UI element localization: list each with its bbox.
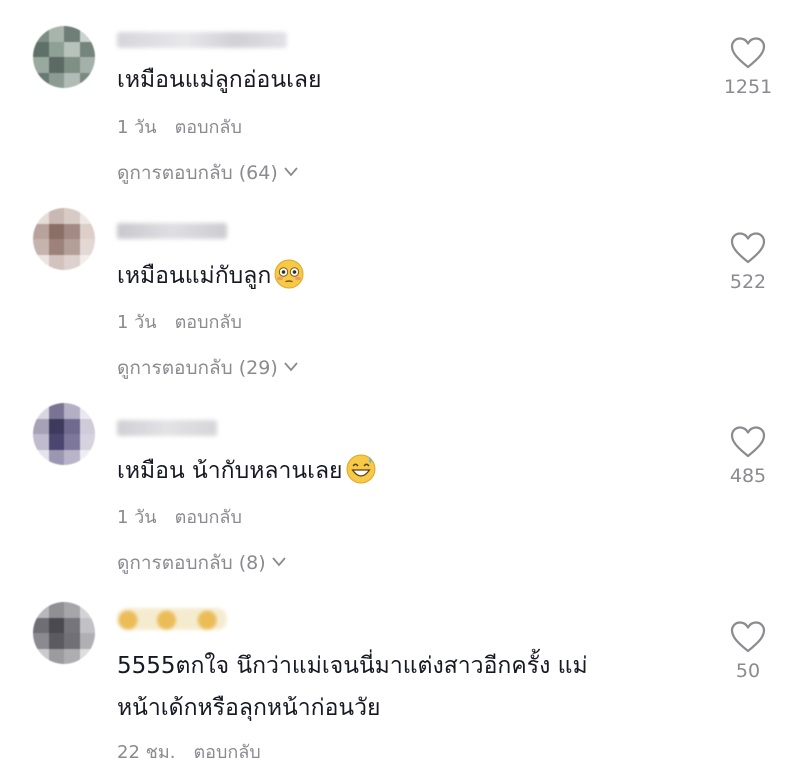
like-count: 522 [729,271,767,293]
chevron-down-icon [272,557,286,567]
comment-text: 5555ตกใจ นึกว่าแม่เจนนี่มาแต่งสาวอีกครั้… [117,645,588,729]
view-replies-label: ดูการตอบกลับ (8) [117,552,266,574]
comment-time: 1 วัน [117,312,157,333]
username-blurred[interactable] [117,32,287,48]
like-count: 485 [729,465,767,487]
like-button[interactable]: 50 [718,620,778,682]
chevron-down-icon [284,167,298,177]
heart-outline-icon [730,621,766,653]
comment-meta: 1 วัน ตอบกลับ [117,112,242,141]
comment-text-line-2: หน้าเด้กหรือลุกหน้าก่อนวัย [117,695,381,721]
avatar[interactable] [33,602,95,664]
comment-meta: 1 วัน ตอบกลับ [117,502,242,531]
avatar[interactable] [33,26,95,88]
view-replies-button[interactable]: ดูการตอบกลับ (29) [117,353,298,383]
comment-time: 1 วัน [117,117,157,138]
heart-outline-icon [730,426,766,458]
like-count: 50 [735,660,761,682]
view-replies-button[interactable]: ดูการตอบกลับ (8) [117,548,286,578]
view-replies-label: ดูการตอบกลับ (29) [117,357,278,379]
like-button[interactable]: 1251 [718,36,778,98]
username-blurred[interactable] [117,420,217,436]
reply-button[interactable]: ตอบกลับ [175,507,242,528]
username-blurred[interactable] [117,223,227,239]
username-blurred[interactable] [117,608,227,630]
reply-button[interactable]: ตอบกลับ [175,312,242,333]
comment-time: 1 วัน [117,507,157,528]
heart-outline-icon [730,232,766,264]
grinning-sweat-face-icon [346,454,376,484]
comment-text: เหมือนแม่กับลูก [117,257,305,295]
comment-time: 22 ชม. [117,742,176,763]
comment-text-line-1: 5555ตกใจ นึกว่าแม่เจนนี่มาแต่งสาวอีกครั้… [117,653,588,679]
comment-text: เหมือน น้ากับหลานเลย [117,452,377,490]
avatar[interactable] [33,403,95,465]
reply-button[interactable]: ตอบกลับ [193,742,260,763]
comment-text: เหมือนแม่ลูกอ่อนเลย [117,67,322,93]
chevron-down-icon [284,362,298,372]
like-count: 1251 [723,76,773,98]
heart-outline-icon [730,37,766,69]
like-button[interactable]: 485 [718,425,778,487]
flushed-face-icon [274,259,304,289]
comment-meta: 1 วัน ตอบกลับ [117,307,242,336]
like-button[interactable]: 522 [718,231,778,293]
view-replies-button[interactable]: ดูการตอบกลับ (64) [117,158,298,188]
view-replies-label: ดูการตอบกลับ (64) [117,162,278,184]
avatar[interactable] [33,208,95,270]
comment-meta: 22 ชม. ตอบกลับ [117,737,261,766]
reply-button[interactable]: ตอบกลับ [175,117,242,138]
